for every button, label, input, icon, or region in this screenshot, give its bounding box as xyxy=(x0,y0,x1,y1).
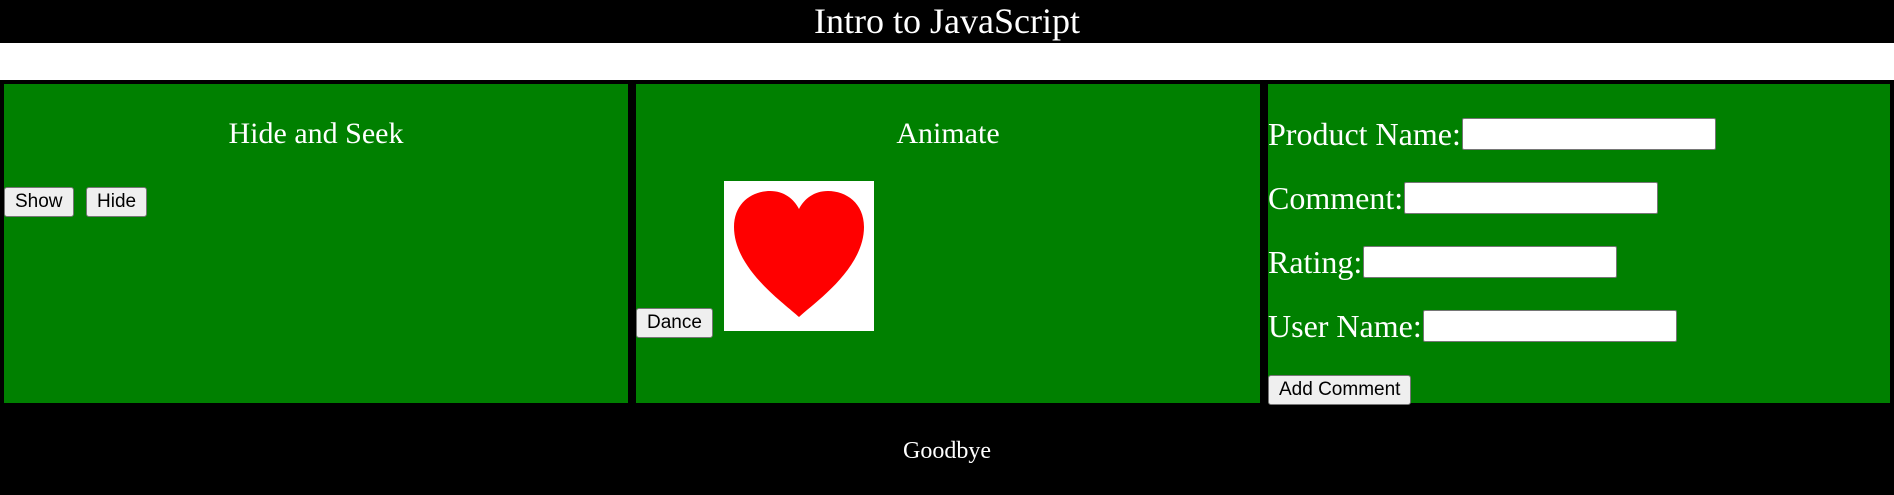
heart-icon xyxy=(734,191,864,317)
user-name-row: User Name: xyxy=(1268,308,1677,344)
spacer xyxy=(0,43,1894,80)
page-footer: Goodbye xyxy=(0,407,1894,495)
rating-label: Rating: xyxy=(1268,244,1363,280)
user-name-input[interactable] xyxy=(1422,310,1677,342)
comment-form-panel: Product Name: Comment: Rating: User Name… xyxy=(1268,84,1890,405)
hide-and-seek-panel: Hide and Seek Show Hide xyxy=(4,84,628,403)
animate-title: Animate xyxy=(896,117,1000,150)
heart-image xyxy=(724,181,874,331)
comment-input[interactable] xyxy=(1404,182,1659,214)
comment-row: Comment: xyxy=(1268,180,1659,216)
add-comment-button[interactable]: Add Comment xyxy=(1268,375,1412,405)
animate-panel: Animate Dance xyxy=(636,84,1260,403)
comment-label: Comment: xyxy=(1268,180,1404,216)
show-button[interactable]: Show xyxy=(4,187,74,217)
hide-and-seek-title: Hide and Seek xyxy=(228,117,404,150)
hide-button[interactable]: Hide xyxy=(86,187,148,217)
page-header: Intro to JavaScript xyxy=(0,0,1894,43)
product-name-label: Product Name: xyxy=(1268,116,1461,152)
product-name-input[interactable] xyxy=(1461,118,1716,150)
user-name-label: User Name: xyxy=(1268,308,1422,344)
product-name-row: Product Name: xyxy=(1268,116,1716,152)
dance-button[interactable]: Dance xyxy=(636,308,713,338)
rating-input[interactable] xyxy=(1363,246,1618,278)
page-title: Intro to JavaScript xyxy=(814,1,1080,41)
footer-text: Goodbye xyxy=(903,438,991,464)
rating-row: Rating: xyxy=(1268,244,1618,280)
panels-row: Hide and Seek Show Hide Animate Dance Pr… xyxy=(0,80,1894,407)
